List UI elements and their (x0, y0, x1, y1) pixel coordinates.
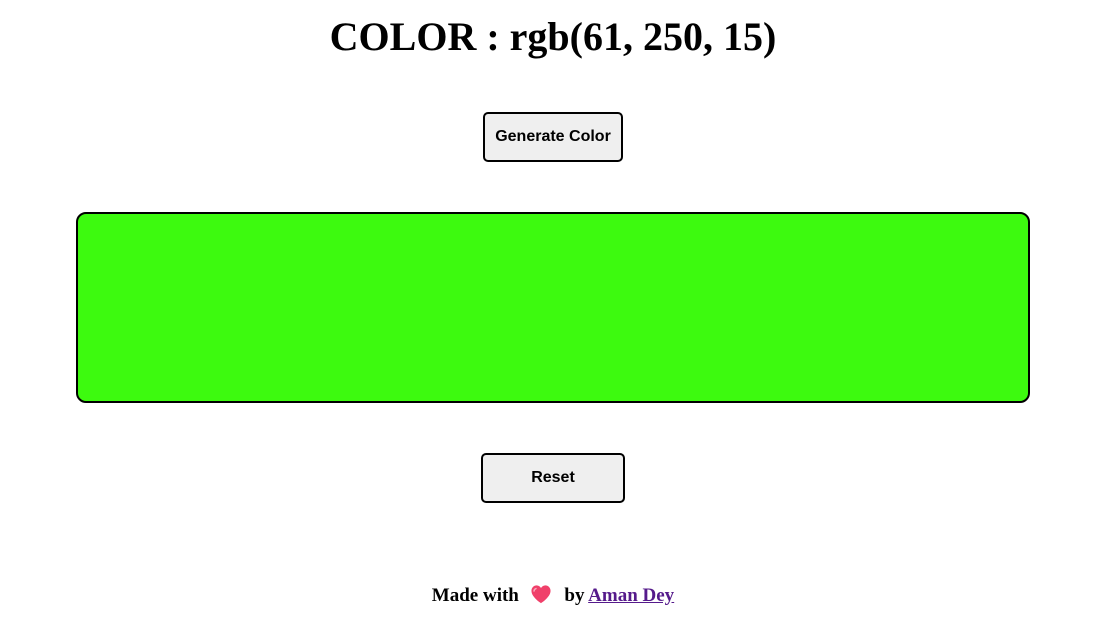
author-link[interactable]: Aman Dey (588, 585, 674, 606)
by-text: by (564, 585, 585, 606)
footer: Made with by Aman Dey (0, 582, 1106, 610)
reset-button[interactable]: Reset (481, 453, 625, 503)
made-with-text: Made with (431, 585, 519, 606)
color-swatch (76, 212, 1030, 403)
heart-icon (530, 584, 552, 604)
generate-color-button[interactable]: Generate Color (483, 112, 623, 162)
color-title: COLOR : rgb(61, 250, 15) (329, 14, 777, 59)
